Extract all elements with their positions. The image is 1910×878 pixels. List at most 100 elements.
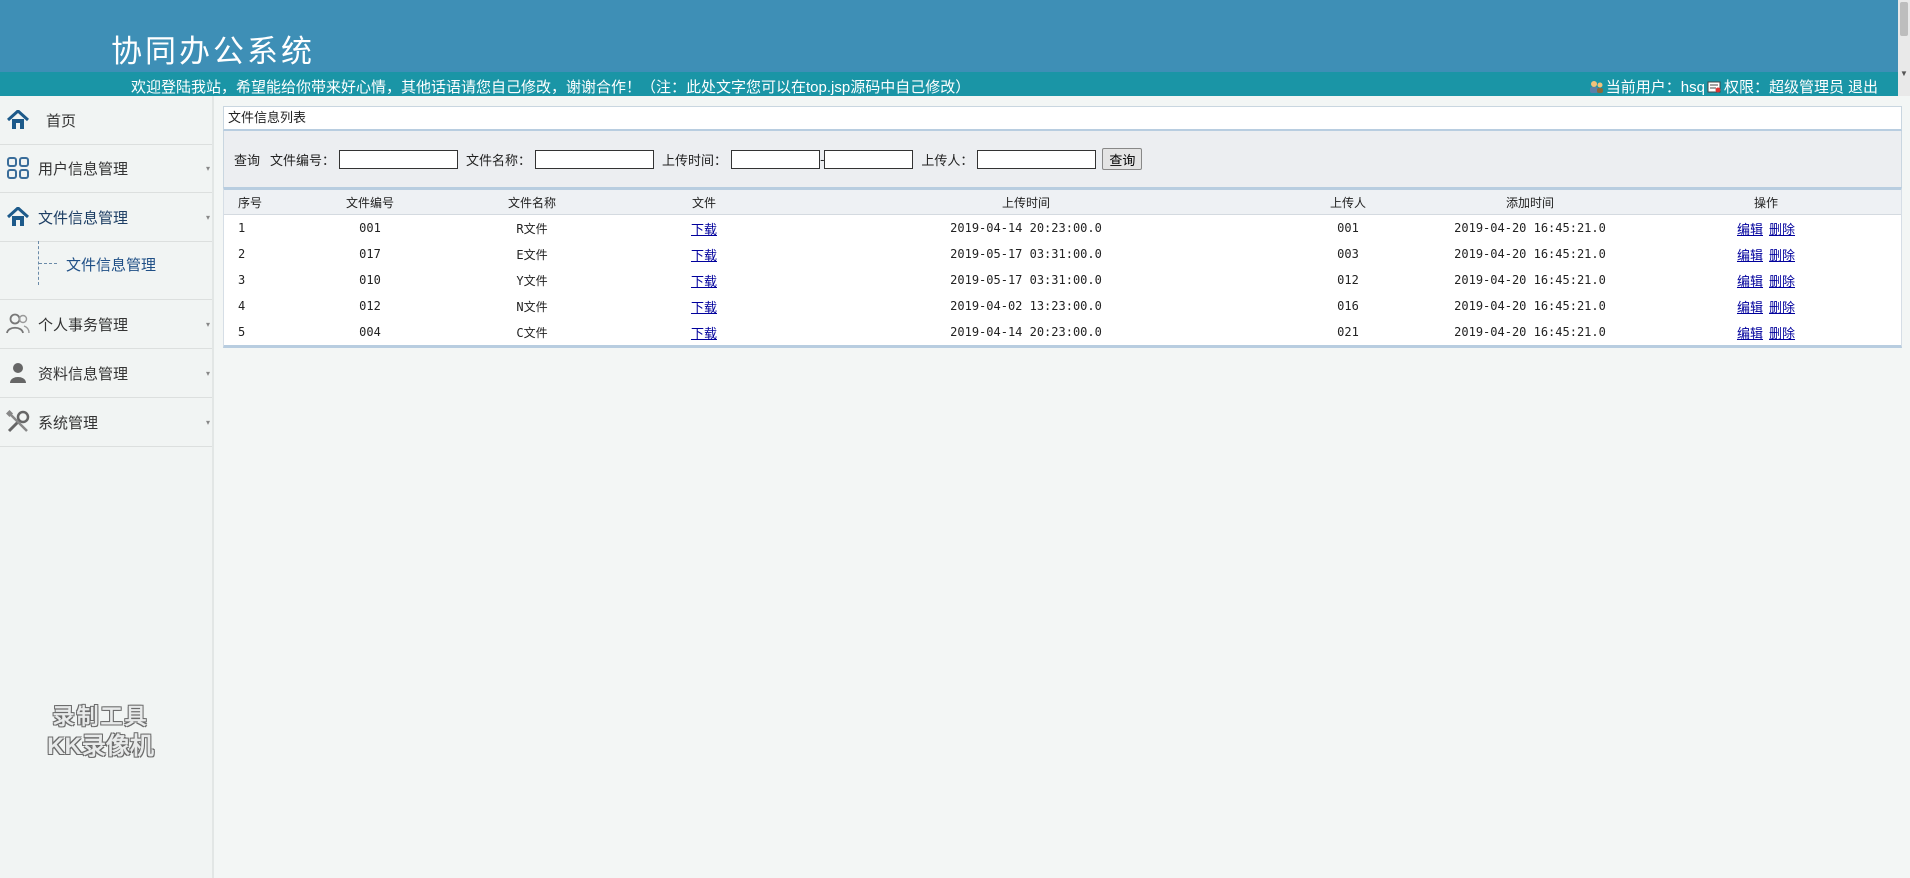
person-icon	[6, 361, 30, 385]
delete-link[interactable]: 删除	[1769, 326, 1795, 341]
watermark-line1: 录制工具	[52, 704, 149, 729]
user-icon	[1589, 80, 1604, 94]
row-uploader: 012	[1337, 273, 1359, 287]
file-name-label: 文件名称：	[466, 152, 532, 168]
download-link[interactable]: 下载	[691, 248, 717, 263]
page-scrollbar[interactable]: ▼	[1898, 0, 1910, 96]
download-link[interactable]: 下载	[691, 326, 717, 341]
file-table-wrapper: 序号 文件编号 文件名称 文件 上传时间 上传人 添加时间 操作 1 001 R文件…	[223, 187, 1902, 348]
row-add-time: 2019-04-20 16:45:21.0	[1454, 273, 1606, 287]
file-no-label: 文件编号：	[270, 152, 336, 168]
file-table: 序号 文件编号 文件名称 文件 上传时间 上传人 添加时间 操作 1 001 R文件…	[224, 190, 1901, 345]
row-actions: 编辑 删除	[1631, 319, 1901, 345]
row-actions: 编辑 删除	[1631, 241, 1901, 267]
welcome-bar: 欢迎登陆我站，希望能给你带来好心情，其他话语请您自己修改，谢谢合作！（注：此处文…	[0, 72, 1898, 96]
col-header-add-time: 添加时间	[1429, 190, 1631, 215]
welcome-message: 欢迎登陆我站，希望能给你带来好心情，其他话语请您自己修改，谢谢合作！（注：此处文…	[131, 79, 971, 96]
row-upload-time: 2019-05-17 03:31:00.0	[950, 273, 1102, 287]
sidebar-item-file-management[interactable]: 文件信息管理 ▾	[0, 193, 212, 242]
uploader-label: 上传人：	[921, 152, 974, 168]
delete-link[interactable]: 删除	[1769, 300, 1795, 315]
delete-link[interactable]: 删除	[1769, 274, 1795, 289]
table-header-row: 序号 文件编号 文件名称 文件 上传时间 上传人 添加时间 操作	[224, 190, 1901, 215]
download-link[interactable]: 下载	[691, 274, 717, 289]
row-uploader: 001	[1337, 221, 1359, 235]
submenu-item-file-info[interactable]: 文件信息管理	[66, 254, 156, 275]
row-add-time: 2019-04-20 16:45:21.0	[1454, 299, 1606, 313]
edit-link[interactable]: 编辑	[1737, 248, 1763, 263]
row-uploader: 021	[1337, 325, 1359, 339]
row-index: 1	[238, 221, 246, 235]
col-header-file-no: 文件编号	[299, 190, 441, 215]
logout-link[interactable]: 退出	[1848, 76, 1878, 97]
row-index: 2	[238, 247, 246, 261]
col-header-file: 文件	[623, 190, 785, 215]
row-index: 5	[238, 325, 246, 339]
table-row: 5 004 C文件 下载 2019-04-14 20:23:00.0 021 2019-04…	[224, 319, 1901, 345]
row-file-name: E文件	[516, 247, 548, 262]
col-header-upload-time: 上传时间	[785, 190, 1267, 215]
row-file-no: 012	[359, 299, 381, 313]
search-button[interactable]: 查询	[1102, 148, 1143, 170]
table-row: 3 010 Y文件 下载 2019-05-17 03:31:00.0 012 2019-04…	[224, 267, 1901, 293]
delete-link[interactable]: 删除	[1769, 248, 1795, 263]
caret-icon: ▾	[205, 164, 210, 173]
row-add-time: 2019-04-20 16:45:21.0	[1454, 247, 1606, 261]
row-add-time: 2019-04-20 16:45:21.0	[1454, 325, 1606, 339]
edit-link[interactable]: 编辑	[1737, 274, 1763, 289]
sidebar-submenu: 文件信息管理	[0, 241, 212, 300]
row-index: 4	[238, 299, 246, 313]
upload-start-input[interactable]	[731, 149, 821, 169]
row-actions: 编辑 删除	[1631, 267, 1901, 293]
row-uploader: 003	[1337, 247, 1359, 261]
uploader-input[interactable]	[977, 149, 1097, 169]
sidebar-item-label: 文件信息管理	[38, 209, 129, 227]
user-info: 当前用户：hsq 权限：超级管理员 退出	[1589, 76, 1878, 97]
row-file-no: 001	[359, 221, 381, 235]
sidebar-item-personal-affairs[interactable]: 个人事务管理 ▾	[0, 300, 212, 349]
file-name-input[interactable]	[535, 149, 655, 169]
scroll-down-icon[interactable]: ▼	[1900, 69, 1908, 78]
row-file: 下载	[623, 319, 785, 345]
delete-link[interactable]: 删除	[1769, 222, 1795, 237]
row-file-no: 004	[359, 325, 381, 339]
scrollbar-thumb[interactable]	[1900, 2, 1908, 36]
col-header-actions: 操作	[1631, 190, 1901, 215]
tree-branch	[39, 263, 57, 264]
upload-time-label: 上传时间：	[662, 152, 728, 168]
upload-end-input[interactable]	[824, 149, 914, 169]
watermark-line2: KK录像机	[47, 733, 154, 760]
sidebar-item-user-management[interactable]: 用户信息管理 ▾	[0, 144, 212, 193]
panel-title: 文件信息列表	[223, 106, 1902, 131]
sidebar-item-home[interactable]: 首页	[0, 96, 212, 145]
table-row: 2 017 E文件 下载 2019-05-17 03:31:00.0 003 2019-04…	[224, 241, 1901, 267]
edit-link[interactable]: 编辑	[1737, 300, 1763, 315]
users-icon	[6, 312, 30, 336]
row-file: 下载	[623, 241, 785, 267]
sidebar-item-label: 首页	[46, 112, 77, 130]
grid-icon	[6, 156, 30, 180]
row-file: 下载	[623, 293, 785, 319]
download-link[interactable]: 下载	[691, 222, 717, 237]
search-bar: 查询 文件编号： 文件名称： 上传时间： - 上传人： 查询	[223, 131, 1902, 187]
permission-level: 权限：超级管理员	[1723, 79, 1844, 96]
download-link[interactable]: 下载	[691, 300, 717, 315]
row-upload-time: 2019-05-17 03:31:00.0	[950, 247, 1102, 261]
home-icon	[6, 205, 30, 229]
file-no-input[interactable]	[339, 149, 459, 169]
current-user: 当前用户：hsq	[1605, 79, 1705, 96]
row-uploader: 016	[1337, 299, 1359, 313]
permission-icon	[1707, 80, 1722, 94]
home-icon	[6, 108, 30, 132]
caret-icon: ▾	[205, 320, 210, 329]
sidebar-item-data-management[interactable]: 资料信息管理 ▾	[0, 349, 212, 398]
table-row: 4 012 N文件 下载 2019-04-02 13:23:00.0 016 2019-04…	[224, 293, 1901, 319]
edit-link[interactable]: 编辑	[1737, 222, 1763, 237]
sidebar-item-label: 个人事务管理	[38, 316, 129, 334]
row-actions: 编辑 删除	[1631, 293, 1901, 319]
caret-icon: ▾	[205, 418, 210, 427]
tools-icon	[6, 410, 30, 434]
row-actions: 编辑 删除	[1631, 215, 1901, 242]
edit-link[interactable]: 编辑	[1737, 326, 1763, 341]
sidebar-item-system-management[interactable]: 系统管理 ▾	[0, 398, 212, 447]
